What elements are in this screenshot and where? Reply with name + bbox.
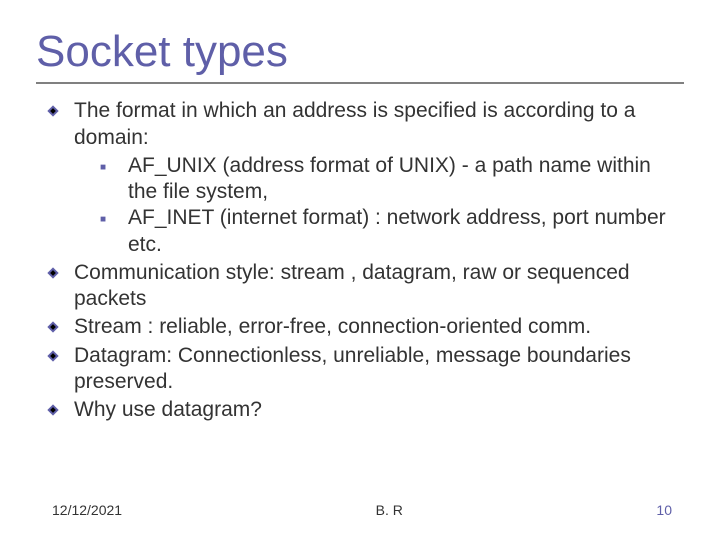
bullet-text: Datagram: Connectionless, unreliable, me… <box>74 343 684 396</box>
slide-footer: 12/12/2021 B. R 10 <box>0 502 720 518</box>
square-bullet-icon: ■ <box>100 205 128 227</box>
footer-date: 12/12/2021 <box>52 502 122 518</box>
square-bullet-icon: ■ <box>100 153 128 175</box>
bullet-item: The format in which an address is specif… <box>46 98 684 151</box>
footer-slide-number: 10 <box>656 502 672 518</box>
bullet-text: Communication style: stream , datagram, … <box>74 260 684 313</box>
title-underline <box>36 82 684 84</box>
bullet-text: The format in which an address is specif… <box>74 98 684 151</box>
bullet-item: Why use datagram? <box>46 397 684 423</box>
diamond-bullet-icon <box>46 314 74 334</box>
slide-content: The format in which an address is specif… <box>36 98 684 423</box>
diamond-bullet-icon <box>46 397 74 417</box>
bullet-text: Why use datagram? <box>74 397 684 423</box>
bullet-item: Communication style: stream , datagram, … <box>46 260 684 313</box>
bullet-item: Stream : reliable, error-free, connectio… <box>46 314 684 340</box>
bullet-text: Stream : reliable, error-free, connectio… <box>74 314 684 340</box>
sub-bullet-list: ■ AF_UNIX (address format of UNIX) - a p… <box>100 153 684 258</box>
footer-author: B. R <box>376 502 403 518</box>
sub-bullet-item: ■ AF_UNIX (address format of UNIX) - a p… <box>100 153 684 206</box>
diamond-bullet-icon <box>46 98 74 118</box>
sub-bullet-text: AF_UNIX (address format of UNIX) - a pat… <box>128 153 684 206</box>
diamond-bullet-icon <box>46 260 74 280</box>
bullet-item: Datagram: Connectionless, unreliable, me… <box>46 343 684 396</box>
diamond-bullet-icon <box>46 343 74 363</box>
slide-title: Socket types <box>36 28 684 76</box>
sub-bullet-item: ■ AF_INET (internet format) : network ad… <box>100 205 684 258</box>
sub-bullet-text: AF_INET (internet format) : network addr… <box>128 205 684 258</box>
